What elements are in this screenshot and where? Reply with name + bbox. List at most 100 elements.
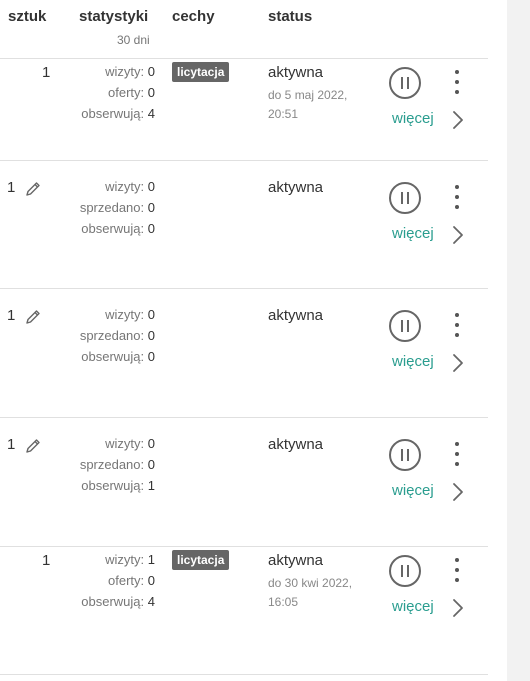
stats-list: wizyty: 0 sprzedano: 0 obserwują: 1 [80, 433, 155, 496]
stat-label: obserwują: [81, 349, 145, 364]
stat-label: obserwują: [81, 221, 145, 236]
quantity-value: 1 [42, 64, 51, 81]
stat-line: sprzedano: 0 [80, 454, 155, 475]
end-date: do 30 kwi 2022, 16:05 [268, 576, 353, 609]
stat-line: wizyty: 0 [80, 433, 155, 454]
stat-value: 0 [147, 349, 155, 364]
stat-line: obserwują: 1 [80, 475, 155, 496]
pencil-icon[interactable] [25, 309, 41, 325]
header-stats-period: 30 dni [117, 33, 150, 47]
stat-label: oferty: [108, 573, 145, 588]
header-stats[interactable]: statystyki [79, 8, 148, 25]
kebab-menu-icon[interactable] [451, 313, 463, 339]
stat-value: 0 [147, 179, 155, 194]
table-row: 1 wizyty: 0 oferty: 0 obserwują: 4 licytacja… [0, 59, 488, 161]
stat-label: wizyty: [105, 179, 145, 194]
stat-label: wizyty: [105, 436, 145, 451]
scrollbar-track[interactable] [507, 0, 530, 681]
pause-button[interactable] [389, 310, 421, 342]
quantity-value[interactable]: 1 [7, 436, 15, 453]
stat-label: sprzedano: [79, 200, 145, 215]
stat-value: 0 [147, 64, 155, 79]
stat-line: wizyty: 1 [81, 549, 155, 570]
kebab-menu-icon[interactable] [451, 558, 463, 584]
stat-line: obserwują: 4 [81, 103, 155, 124]
chevron-right-icon[interactable] [452, 225, 464, 245]
stats-list: wizyty: 1 oferty: 0 obserwują: 4 [81, 549, 155, 612]
stat-label: sprzedano: [79, 328, 145, 343]
stat-value: 1 [147, 552, 155, 567]
pause-button[interactable] [389, 439, 421, 471]
table-header: sztuk statystyki 30 dni cechy status [0, 0, 488, 59]
status-text: aktywna [268, 179, 324, 196]
pause-button[interactable] [389, 67, 421, 99]
pencil-icon[interactable] [25, 181, 41, 197]
stats-list: wizyty: 0 sprzedano: 0 obserwują: 0 [80, 176, 155, 239]
stat-line: oferty: 0 [81, 82, 155, 103]
chevron-right-icon[interactable] [452, 482, 464, 502]
kebab-menu-icon[interactable] [451, 70, 463, 96]
table-row: 1 wizyty: 0 sprzedano: 0 obserwują: 0 aktywn… [0, 289, 488, 418]
stat-label: sprzedano: [79, 457, 145, 472]
stat-value: 4 [147, 106, 155, 121]
stat-value: 0 [147, 457, 155, 472]
stat-line: sprzedano: 0 [80, 325, 155, 346]
stat-value: 0 [147, 328, 155, 343]
more-link[interactable]: więcej [392, 482, 434, 499]
stat-value: 0 [147, 307, 155, 322]
stat-value: 0 [147, 221, 155, 236]
auction-badge: licytacja [172, 62, 230, 82]
stat-label: wizyty: [105, 64, 145, 79]
stat-value: 0 [147, 85, 155, 100]
table-row: 1 wizyty: 1 oferty: 0 obserwują: 4 licytacja… [0, 547, 488, 675]
stat-value: 0 [147, 436, 155, 451]
more-link[interactable]: więcej [392, 225, 434, 242]
more-link[interactable]: więcej [392, 598, 434, 615]
chevron-right-icon[interactable] [452, 353, 464, 373]
stat-line: sprzedano: 0 [80, 197, 155, 218]
stat-line: obserwują: 4 [81, 591, 155, 612]
status-text: aktywna [268, 307, 324, 324]
more-link[interactable]: więcej [392, 110, 434, 127]
stat-line: obserwują: 0 [80, 218, 155, 239]
stat-label: obserwują: [81, 478, 145, 493]
auction-badge: licytacja [172, 550, 230, 570]
stat-value: 4 [147, 594, 155, 609]
quantity-value: 1 [42, 552, 51, 569]
stat-label: obserwują: [81, 106, 145, 121]
status-text: aktywna [268, 436, 324, 453]
offers-table: sztuk statystyki 30 dni cechy status 1 wi… [0, 0, 488, 681]
quantity-value[interactable]: 1 [7, 179, 15, 196]
more-link[interactable]: więcej [392, 353, 434, 370]
table-row: 1 wizyty: 0 sprzedano: 0 obserwują: 1 aktywn… [0, 418, 488, 547]
end-date: do 5 maj 2022, 20:51 [268, 88, 348, 121]
stat-label: wizyty: [105, 552, 145, 567]
pause-button[interactable] [389, 182, 421, 214]
stat-label: wizyty: [105, 307, 145, 322]
status-text: aktywna [268, 552, 324, 569]
stat-value: 0 [147, 573, 155, 588]
chevron-right-icon[interactable] [452, 598, 464, 618]
stat-line: obserwują: 0 [80, 346, 155, 367]
quantity-value[interactable]: 1 [7, 307, 15, 324]
kebab-menu-icon[interactable] [451, 185, 463, 211]
stat-line: oferty: 0 [81, 570, 155, 591]
header-features: cechy [172, 8, 215, 25]
chevron-right-icon[interactable] [452, 110, 464, 130]
stat-line: wizyty: 0 [81, 61, 155, 82]
stat-value: 0 [147, 200, 155, 215]
header-qty[interactable]: sztuk [8, 8, 46, 25]
stat-line: wizyty: 0 [80, 176, 155, 197]
stat-label: oferty: [108, 85, 145, 100]
stat-label: obserwują: [81, 594, 145, 609]
stats-list: wizyty: 0 oferty: 0 obserwują: 4 [81, 61, 155, 124]
stat-value: 1 [147, 478, 155, 493]
stat-line: wizyty: 0 [80, 304, 155, 325]
stats-list: wizyty: 0 sprzedano: 0 obserwują: 0 [80, 304, 155, 367]
pause-button[interactable] [389, 555, 421, 587]
pencil-icon[interactable] [25, 438, 41, 454]
table-row: 1 wizyty: 0 sprzedano: 0 obserwują: 0 aktywn… [0, 161, 488, 289]
header-status[interactable]: status [268, 8, 312, 25]
status-text: aktywna [268, 64, 324, 81]
kebab-menu-icon[interactable] [451, 442, 463, 468]
